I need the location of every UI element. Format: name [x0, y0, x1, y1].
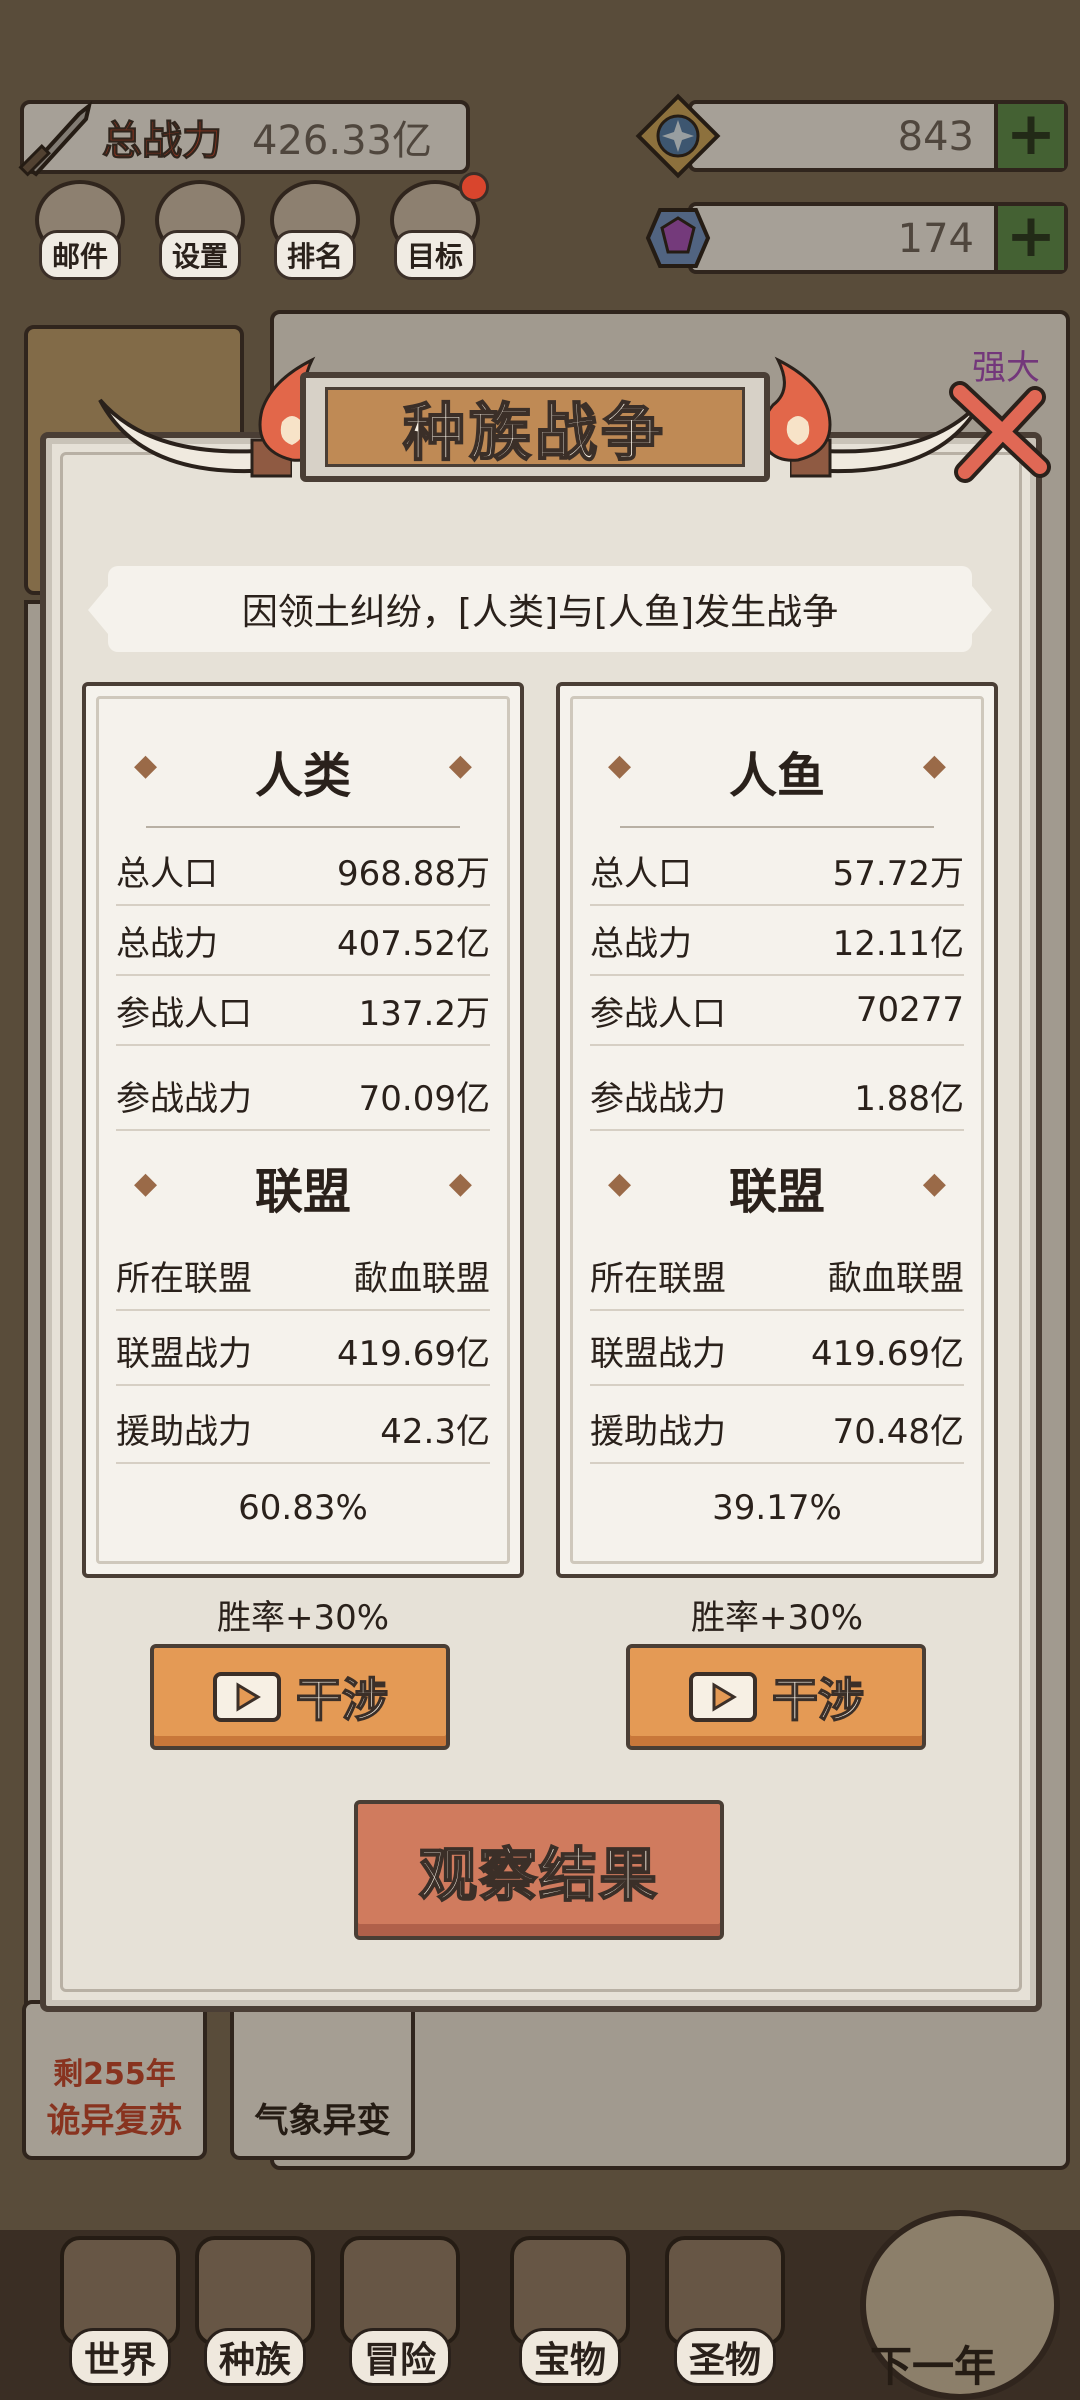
stat-row: 参战人口 70277 — [590, 976, 964, 1046]
war-intro-text: 因领土纠纷，[人类]与[人鱼]发生战争 — [88, 566, 992, 652]
alliance-title: 联盟 — [254, 1164, 351, 1220]
video-ad-icon — [213, 1672, 281, 1722]
alliance-row: 援助战力 42.3亿 — [116, 1394, 490, 1464]
race-name: 人类 — [254, 748, 351, 804]
notification-dot — [459, 172, 489, 202]
close-icon[interactable] — [940, 372, 1060, 492]
alliance-title: 联盟 — [728, 1164, 825, 1220]
stat-row: 参战人口 137.2万 — [116, 976, 490, 1046]
stat-row: 总人口 57.72万 — [590, 836, 964, 906]
meddle-merfolk-button[interactable]: 干涉 — [626, 1644, 926, 1750]
race-name: 人鱼 — [728, 748, 825, 804]
human-stats-card: ◆ ◆ 人类 总人口 968.88万 总战力 407.52亿 参战人口 137.2万 … — [82, 682, 524, 1578]
human-winrate-bonus: 胜率+30% — [216, 1598, 390, 1638]
win-percent: 60.83% — [238, 1488, 368, 1528]
observe-result-button[interactable]: 观察结果 — [354, 1800, 724, 1940]
stat-row: 总战力 407.52亿 — [116, 906, 490, 976]
stat-row: 总人口 968.88万 — [116, 836, 490, 906]
alliance-row: 联盟战力 419.69亿 — [590, 1316, 964, 1386]
stat-row: 参战战力 70.09亿 — [116, 1061, 490, 1131]
alliance-row: 援助战力 70.48亿 — [590, 1394, 964, 1464]
merfolk-winrate-bonus: 胜率+30% — [690, 1598, 864, 1638]
merfolk-stats-card: ◆ ◆ 人鱼 总人口 57.72万 总战力 12.11亿 参战人口 70277 参战战… — [556, 682, 998, 1578]
video-ad-icon — [689, 1672, 757, 1722]
meddle-human-button[interactable]: 干涉 — [150, 1644, 450, 1750]
alliance-row: 联盟战力 419.69亿 — [116, 1316, 490, 1386]
alliance-row: 所在联盟 歃血联盟 — [116, 1241, 490, 1311]
stat-row: 总战力 12.11亿 — [590, 906, 964, 976]
alliance-row: 所在联盟 歃血联盟 — [590, 1241, 964, 1311]
win-percent: 39.17% — [712, 1488, 842, 1528]
modal-title: 种族战争 — [402, 395, 667, 470]
stat-row: 参战战力 1.88亿 — [590, 1061, 964, 1131]
modal-title-banner: 种族战争 — [300, 372, 770, 482]
